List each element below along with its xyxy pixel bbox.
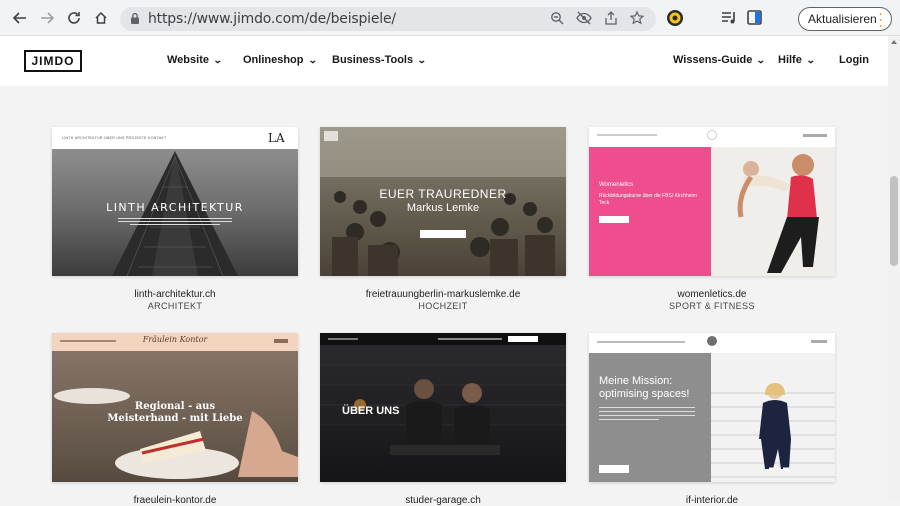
forward-icon[interactable] <box>37 8 57 28</box>
thumbnail-cta <box>420 230 466 238</box>
thumbnail-body-lines <box>599 407 695 420</box>
card-title[interactable]: if-interior.de <box>589 495 835 506</box>
pink-panel: Womenletics Rückbildungskurse über die F… <box>589 147 711 276</box>
thumbnail-cta <box>599 465 629 473</box>
thumbnail-garage[interactable]: ÜBER UNS <box>320 333 566 482</box>
scroll-thumb[interactable] <box>890 176 898 266</box>
chevron-down-icon: ⌄ <box>416 55 427 65</box>
share-icon[interactable] <box>604 11 620 27</box>
thumbnail-script-title: Fräulein Kontor <box>142 335 208 344</box>
card-category: HOCHZEIT <box>418 301 468 311</box>
update-button-label: Aktualisieren <box>808 12 877 26</box>
thumbnail-nav <box>589 127 835 145</box>
la-monogram: LA <box>268 131 285 145</box>
thumbnail-interior[interactable]: Meine Mission: optimising spaces! <box>589 333 835 482</box>
extension-icon[interactable] <box>666 9 684 27</box>
media-queue-icon[interactable] <box>720 9 738 27</box>
nav-business-tools[interactable]: Business-Tools ⌄ <box>332 54 427 66</box>
thumbnail-subheadline: Markus Lemke <box>406 202 480 214</box>
fitness-photo <box>711 147 835 276</box>
thumbnail-body-lines <box>118 218 232 228</box>
card-title[interactable]: linth-architektur.ch <box>52 289 298 300</box>
nav-wissens-guide-label: Wissens-Guide <box>673 54 753 66</box>
example-card-interior[interactable]: Meine Mission: optimising spaces! if-int… <box>589 333 835 506</box>
thumbnail-icons <box>274 339 288 343</box>
thumbnail-nav: LINTH ARCHITEKTUR ÜBER UNS PROJEKTE KONT… <box>52 127 298 149</box>
chevron-down-icon: ⌄ <box>307 55 318 65</box>
grey-panel: Meine Mission: optimising spaces! <box>589 353 711 482</box>
thumbnail-headline: EUER TRAUREDNER <box>379 187 507 201</box>
card-category: ARCHITEKT <box>147 301 203 311</box>
thumbnail-logo <box>707 336 717 346</box>
thumbnail-nav <box>589 333 835 351</box>
eye-off-icon[interactable] <box>576 11 592 27</box>
example-card-linth[interactable]: LINTH ARCHITEKTUR ÜBER UNS PROJEKTE KONT… <box>52 127 298 311</box>
thumbnail-womenletics[interactable]: Womenletics Rückbildungskurse über die F… <box>589 127 835 276</box>
chevron-down-icon: ⌄ <box>756 55 767 65</box>
thumbnail-headline: ÜBER UNS <box>342 405 400 417</box>
nav-login[interactable]: Login <box>839 54 869 66</box>
address-bar[interactable]: https://www.jimdo.com/de/beispiele/ <box>120 7 656 31</box>
site-header: JIMDO Website ⌄ Onlineshop ⌄ Business-Tool… <box>0 36 888 86</box>
portrait-stairs-photo <box>711 353 835 482</box>
example-card-womenletics[interactable]: Womenletics Rückbildungskurse über die F… <box>589 127 835 311</box>
site-logo-badge <box>324 131 338 141</box>
thumbnail-linth[interactable]: LINTH ARCHITEKTUR ÜBER UNS PROJEKTE KONT… <box>52 127 298 276</box>
zoom-icon[interactable] <box>550 11 566 27</box>
menu-dots-icon[interactable]: · · · <box>879 8 883 32</box>
card-title[interactable]: womenletics.de <box>589 289 835 300</box>
thumbnail-nav-links: LINTH ARCHITEKTUR ÜBER UNS PROJEKTE KONT… <box>62 136 167 140</box>
nav-hilfe-label: Hilfe <box>778 54 802 66</box>
nav-business-tools-label: Business-Tools <box>332 54 414 66</box>
nav-wissens-guide[interactable]: Wissens-Guide ⌄ <box>673 54 767 66</box>
thumbnail-icons <box>803 134 827 137</box>
thumbnail-logo <box>707 130 717 140</box>
back-icon[interactable] <box>10 8 30 28</box>
thumbnail-tagline: Rückbildungskurse über die FBS/ Kirchhei… <box>599 193 697 206</box>
home-icon[interactable] <box>91 8 111 28</box>
side-panel-icon[interactable] <box>746 9 764 27</box>
thumbnail-icons <box>811 340 827 343</box>
chevron-down-icon: ⌄ <box>805 55 816 65</box>
thumbnail-nav: Fräulein Kontor <box>52 333 298 351</box>
thumbnail-headline: Meine Mission: optimising spaces! <box>599 375 690 400</box>
example-card-trauredner[interactable]: EUER TRAUREDNER Markus Lemke freietrauun… <box>320 127 566 311</box>
scroll-up-icon[interactable] <box>891 40 897 44</box>
thumbnail-headline: LINTH ARCHITEKTUR <box>106 201 244 214</box>
thumbnail-nav-links <box>438 338 502 340</box>
chevron-down-icon: ⌄ <box>212 55 223 65</box>
star-icon[interactable] <box>629 10 646 27</box>
example-card-garage[interactable]: ÜBER UNS studer-garage.ch <box>320 333 566 506</box>
url-text[interactable]: https://www.jimdo.com/de/beispiele/ <box>148 11 396 27</box>
example-card-kontor[interactable]: Fräulein Kontor Regional - aus Meisterha… <box>52 333 298 506</box>
reload-icon[interactable] <box>64 8 84 28</box>
jimdo-logo[interactable]: JIMDO <box>24 50 82 72</box>
browser-toolbar: https://www.jimdo.com/de/beispiele/ Aktu… <box>0 0 900 36</box>
nav-website-label: Website <box>167 54 209 66</box>
lock-icon[interactable] <box>130 12 140 30</box>
card-category: SPORT & FITNESS <box>669 301 755 311</box>
card-title[interactable]: fraeulein-kontor.de <box>52 495 298 506</box>
thumbnail-cta <box>508 336 538 342</box>
thumbnail-cta <box>599 216 629 223</box>
thumbnail-kontor[interactable]: Fräulein Kontor Regional - aus Meisterha… <box>52 333 298 482</box>
thumbnail-headline: Regional - aus Meisterhand - mit Liebe <box>107 401 243 424</box>
update-button[interactable]: Aktualisieren · · · <box>798 7 892 32</box>
nav-website[interactable]: Website ⌄ <box>167 54 223 66</box>
nav-hilfe[interactable]: Hilfe ⌄ <box>778 54 816 66</box>
thumbnail-trauredner[interactable]: EUER TRAUREDNER Markus Lemke <box>320 127 566 276</box>
thumbnail-nav-links <box>597 341 685 343</box>
page-scrollbar[interactable] <box>888 36 900 500</box>
nav-onlineshop-label: Onlineshop <box>243 54 304 66</box>
thumbnail-brand-mark <box>328 338 358 340</box>
thumbnail-nav <box>320 333 566 345</box>
card-title[interactable]: freietrauungberlin-markuslemke.de <box>320 289 566 300</box>
thumbnail-nav-links <box>597 134 657 136</box>
thumbnail-brand: Womenletics <box>599 182 634 188</box>
card-title[interactable]: studer-garage.ch <box>320 495 566 506</box>
nav-onlineshop[interactable]: Onlineshop ⌄ <box>243 54 318 66</box>
